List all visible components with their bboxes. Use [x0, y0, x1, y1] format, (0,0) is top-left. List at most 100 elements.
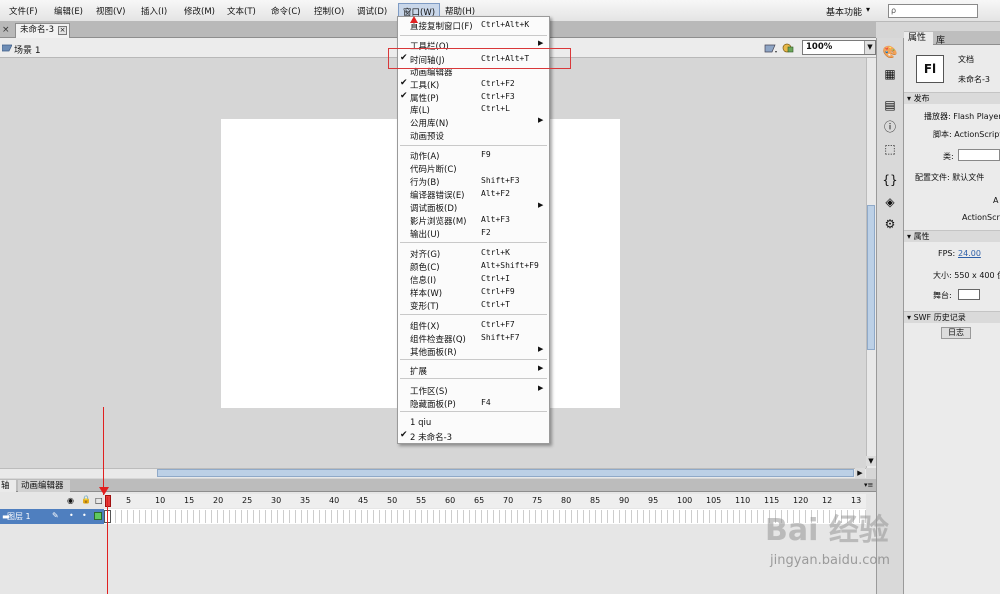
- color-icon[interactable]: 🎨: [882, 45, 898, 59]
- menu-item[interactable]: ✔ 工具(K) Ctrl+F2: [398, 78, 549, 91]
- class-input[interactable]: [958, 149, 1000, 161]
- frame-tick-label: 12: [822, 496, 833, 505]
- layer-name[interactable]: 图层 1: [7, 511, 31, 522]
- publish-section-header[interactable]: ▾ 发布: [904, 92, 1000, 104]
- menu-item[interactable]: 扩展 ▶: [398, 364, 549, 377]
- submenu-arrow-icon: ▶: [538, 116, 544, 124]
- menu-item[interactable]: 代码片断(C): [398, 163, 549, 175]
- menu-item[interactable]: 工作区(S) ▶: [398, 384, 549, 397]
- stage-color-swatch[interactable]: [958, 289, 980, 300]
- menu-item[interactable]: 编译器错误(E) Alt+F2: [398, 189, 549, 201]
- menu-item[interactable]: 影片浏览器(M) Alt+F3: [398, 215, 549, 227]
- zoom-value: 100%: [806, 42, 833, 52]
- panel-menu-icon[interactable]: ▾≡: [864, 481, 873, 489]
- menu-control[interactable]: 控制(O): [314, 5, 344, 17]
- menu-item-label: 变形(T): [410, 302, 439, 312]
- transform-icon[interactable]: ⬚: [882, 142, 898, 156]
- tab-properties[interactable]: 属性: [904, 32, 933, 45]
- scroll-down-icon[interactable]: ▼: [866, 456, 876, 466]
- menu-item-shortcut: Ctrl+F7: [481, 320, 515, 329]
- behaviors-icon[interactable]: ◈: [882, 195, 898, 209]
- close-icon[interactable]: ×: [2, 25, 10, 35]
- menu-item[interactable]: 直接复制窗口(F) Ctrl+Alt+K: [398, 20, 549, 32]
- menu-item[interactable]: 信息(I) Ctrl+I: [398, 274, 549, 286]
- properties-section-header[interactable]: ▾ 属性: [904, 230, 1000, 242]
- help-search-input[interactable]: ρ: [888, 4, 978, 18]
- menu-item-label: 其他面板(R): [410, 348, 457, 358]
- menu-insert[interactable]: 插入(I): [141, 5, 167, 17]
- menu-edit[interactable]: 编辑(E): [54, 5, 83, 17]
- menu-item[interactable]: 对齐(G) Ctrl+K: [398, 248, 549, 260]
- chevron-down-icon[interactable]: ▾: [866, 5, 870, 14]
- menu-item[interactable]: ✔ 2 未命名-3: [398, 430, 549, 443]
- components-icon[interactable]: ⚙: [882, 217, 898, 231]
- fps-value[interactable]: 24.00: [958, 249, 981, 258]
- menu-item[interactable]: ✔ 属性(P) Ctrl+F3: [398, 91, 549, 104]
- scroll-right-icon[interactable]: ▶: [855, 468, 865, 478]
- outline-icon[interactable]: □: [95, 496, 103, 505]
- tab-timeline[interactable]: 轴: [0, 480, 16, 492]
- menu-item[interactable]: 颜色(C) Alt+Shift+F9: [398, 261, 549, 273]
- menu-item[interactable]: 行为(B) Shift+F3: [398, 176, 549, 188]
- swf-history-section-header[interactable]: ▾ SWF 历史记录: [904, 311, 1000, 323]
- align-icon[interactable]: ▤: [882, 98, 898, 112]
- checkmark-icon: ✔: [400, 430, 408, 440]
- info-icon[interactable]: ⓘ: [882, 120, 898, 134]
- menu-separator: [400, 145, 547, 146]
- menu-item[interactable]: 组件检查器(Q) Shift+F7: [398, 333, 549, 345]
- menu-item[interactable]: 组件(X) Ctrl+F7: [398, 320, 549, 332]
- edit-symbols-icon[interactable]: [782, 42, 796, 55]
- menu-item[interactable]: 调试面板(D) ▶: [398, 201, 549, 214]
- pencil-icon[interactable]: ✎: [52, 511, 59, 520]
- menu-item-label: 代码片断(C): [410, 165, 457, 175]
- frame-cells[interactable]: [104, 510, 866, 523]
- menu-separator: [400, 242, 547, 243]
- menu-item-label: 隐藏面板(P): [410, 400, 456, 410]
- menu-item-shortcut: Ctrl+L: [481, 104, 510, 113]
- chevron-down-icon[interactable]: ▼: [864, 41, 875, 54]
- frame-tick-label: 90: [619, 496, 630, 505]
- menu-item[interactable]: 动画预设: [398, 130, 549, 142]
- workspace-switcher[interactable]: 基本功能: [826, 5, 862, 18]
- menu-item-shortcut: Ctrl+Alt+K: [481, 20, 530, 29]
- menu-item[interactable]: 库(L) Ctrl+L: [398, 104, 549, 116]
- lock-dot-icon[interactable]: •: [82, 511, 87, 520]
- menu-item[interactable]: 变形(T) Ctrl+T: [398, 300, 549, 312]
- log-button[interactable]: 日志: [941, 327, 971, 339]
- eye-icon[interactable]: ◉: [67, 496, 74, 505]
- vertical-scroll-thumb[interactable]: [867, 205, 875, 350]
- lock-icon[interactable]: 🔒: [81, 495, 91, 504]
- code-snippets-icon[interactable]: {}: [882, 173, 898, 187]
- menu-item[interactable]: 1 qiu: [398, 418, 549, 430]
- menu-item[interactable]: 公用库(N) ▶: [398, 116, 549, 129]
- tab-close-icon[interactable]: ×: [58, 26, 67, 35]
- swatches-icon[interactable]: ▦: [882, 67, 898, 81]
- tab-library[interactable]: 库: [936, 33, 945, 46]
- frame-tick-label: 75: [532, 496, 543, 505]
- class-label: 类:: [943, 152, 954, 161]
- menu-item[interactable]: 动作(A) F9: [398, 150, 549, 162]
- menu-text[interactable]: 文本(T): [227, 5, 256, 17]
- menu-item[interactable]: 样本(W) Ctrl+F9: [398, 287, 549, 299]
- menu-item-label: 编译器错误(E): [410, 191, 465, 201]
- visibility-dot-icon[interactable]: •: [69, 511, 74, 520]
- frame-tick-label: 25: [242, 496, 253, 505]
- highlight-box-timeline: [388, 48, 571, 69]
- menu-item-shortcut: Ctrl+F9: [481, 287, 515, 296]
- menu-item[interactable]: 输出(U) F2: [398, 228, 549, 240]
- menu-view[interactable]: 视图(V): [96, 5, 125, 17]
- menu-file[interactable]: 文件(F): [9, 5, 38, 17]
- menu-debug[interactable]: 调试(D): [357, 5, 387, 17]
- layer-color-icon[interactable]: [94, 512, 102, 520]
- tab-motion-editor[interactable]: 动画编辑器: [18, 480, 70, 492]
- horizontal-scroll-thumb[interactable]: [157, 469, 854, 477]
- menu-modify[interactable]: 修改(M): [184, 5, 215, 17]
- menu-commands[interactable]: 命令(C): [271, 5, 301, 17]
- submenu-arrow-icon: ▶: [538, 384, 544, 392]
- actionscript-settings[interactable]: ActionScrip: [962, 213, 1000, 222]
- playhead[interactable]: [105, 495, 111, 507]
- menu-item[interactable]: 其他面板(R) ▶: [398, 345, 549, 358]
- frame-tick-label: 95: [648, 496, 659, 505]
- edit-scene-icon[interactable]: [764, 42, 778, 55]
- menu-item[interactable]: 隐藏面板(P) F4: [398, 398, 549, 410]
